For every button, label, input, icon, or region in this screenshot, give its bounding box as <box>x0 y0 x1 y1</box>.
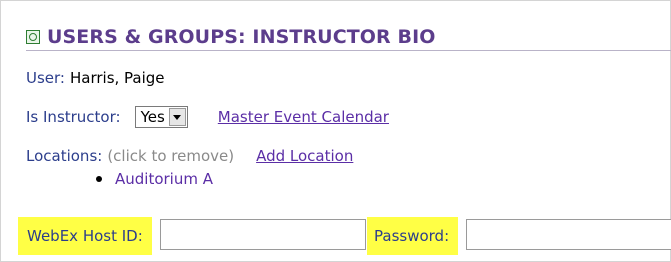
user-label: User: <box>26 69 65 87</box>
master-event-calendar-link[interactable]: Master Event Calendar <box>218 108 389 126</box>
locations-label: Locations: <box>26 147 103 165</box>
instructor-row: Is Instructor: Yes Master Event Calendar <box>26 106 389 128</box>
instructor-select-value: Yes <box>140 108 165 126</box>
password-label: Password: <box>374 227 450 245</box>
instructor-label: Is Instructor: <box>26 108 121 126</box>
locations-hint: (click to remove) <box>107 147 235 165</box>
section-icon <box>26 30 40 44</box>
password-input[interactable] <box>466 219 671 250</box>
locations-row: Locations: (click to remove) Add Locatio… <box>26 147 353 165</box>
location-item[interactable]: Auditorium A <box>96 170 213 188</box>
bullet-icon <box>96 176 102 182</box>
webex-host-label-highlight: WebEx Host ID: <box>18 217 152 255</box>
location-name[interactable]: Auditorium A <box>115 170 213 188</box>
page-header: USERS & GROUPS: INSTRUCTOR BIO <box>26 26 436 48</box>
page-title: USERS & GROUPS: INSTRUCTOR BIO <box>47 26 436 48</box>
user-name: Harris, Paige <box>69 69 165 87</box>
header-divider <box>26 50 671 51</box>
dropdown-arrow-icon[interactable] <box>168 108 186 126</box>
webex-host-id-label: WebEx Host ID: <box>27 227 143 245</box>
add-location-link[interactable]: Add Location <box>256 147 353 165</box>
instructor-select[interactable]: Yes <box>134 106 188 128</box>
webex-host-id-input[interactable] <box>160 219 366 250</box>
user-row: User: Harris, Paige <box>26 69 165 87</box>
password-label-highlight: Password: <box>367 217 458 255</box>
